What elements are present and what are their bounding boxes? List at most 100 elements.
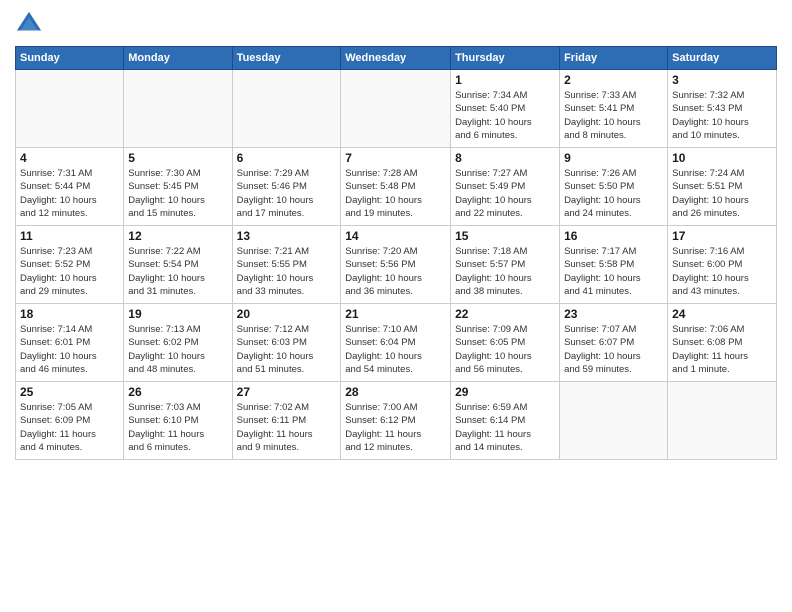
- page: SundayMondayTuesdayWednesdayThursdayFrid…: [0, 0, 792, 612]
- day-info: Sunrise: 7:33 AM Sunset: 5:41 PM Dayligh…: [564, 89, 663, 142]
- day-info: Sunrise: 7:31 AM Sunset: 5:44 PM Dayligh…: [20, 167, 119, 220]
- calendar-cell: 16Sunrise: 7:17 AM Sunset: 5:58 PM Dayli…: [560, 226, 668, 304]
- calendar-cell: [232, 70, 341, 148]
- day-info: Sunrise: 6:59 AM Sunset: 6:14 PM Dayligh…: [455, 401, 555, 454]
- day-number: 11: [20, 229, 119, 243]
- day-info: Sunrise: 7:14 AM Sunset: 6:01 PM Dayligh…: [20, 323, 119, 376]
- day-info: Sunrise: 7:02 AM Sunset: 6:11 PM Dayligh…: [237, 401, 337, 454]
- calendar-cell: 15 Sunrise: 7:18 AM Sunset: 5:57 PM Dayli…: [451, 226, 560, 304]
- logo-icon: [15, 10, 43, 38]
- calendar-cell: [124, 70, 232, 148]
- logo: [15, 10, 47, 38]
- week-row-1: 4Sunrise: 7:31 AM Sunset: 5:44 PM Daylig…: [16, 148, 777, 226]
- calendar-cell: 28 Sunrise: 7:00 AM Sunset: 6:12 PM Dayli…: [341, 382, 451, 460]
- day-number: 25: [20, 385, 119, 399]
- day-number: 9: [564, 151, 663, 165]
- calendar-cell: [16, 70, 124, 148]
- day-info: Sunrise: 7:18 AM Sunset: 5:57 PM Dayligh…: [455, 245, 555, 298]
- calendar-cell: 19 Sunrise: 7:13 AM Sunset: 6:02 PM Dayli…: [124, 304, 232, 382]
- day-info: Sunrise: 7:10 AM Sunset: 6:04 PM Dayligh…: [345, 323, 446, 376]
- day-number: 5: [128, 151, 227, 165]
- calendar-cell: 25 Sunrise: 7:05 AM Sunset: 6:09 PM Dayli…: [16, 382, 124, 460]
- calendar-cell: 12Sunrise: 7:22 AM Sunset: 5:54 PM Dayli…: [124, 226, 232, 304]
- calendar-cell: 14Sunrise: 7:20 AM Sunset: 5:56 PM Dayli…: [341, 226, 451, 304]
- day-info: Sunrise: 7:28 AM Sunset: 5:48 PM Dayligh…: [345, 167, 446, 220]
- calendar-cell: 13 Sunrise: 7:21 AM Sunset: 5:55 PM Dayli…: [232, 226, 341, 304]
- day-info: Sunrise: 7:29 AM Sunset: 5:46 PM Dayligh…: [237, 167, 337, 220]
- day-info: Sunrise: 7:16 AM Sunset: 6:00 PM Dayligh…: [672, 245, 772, 298]
- day-info: Sunrise: 7:09 AM Sunset: 6:05 PM Dayligh…: [455, 323, 555, 376]
- day-info: Sunrise: 7:20 AM Sunset: 5:56 PM Dayligh…: [345, 245, 446, 298]
- day-number: 20: [237, 307, 337, 321]
- day-number: 2: [564, 73, 663, 87]
- calendar-cell: 22 Sunrise: 7:09 AM Sunset: 6:05 PM Dayli…: [451, 304, 560, 382]
- calendar-cell: 27 Sunrise: 7:02 AM Sunset: 6:11 PM Dayli…: [232, 382, 341, 460]
- day-number: 13: [237, 229, 337, 243]
- week-row-2: 11 Sunrise: 7:23 AM Sunset: 5:52 PM Dayli…: [16, 226, 777, 304]
- weekday-header-thursday: Thursday: [451, 47, 560, 70]
- day-number: 12: [128, 229, 227, 243]
- day-number: 22: [455, 307, 555, 321]
- day-number: 1: [455, 73, 555, 87]
- calendar-cell: [668, 382, 777, 460]
- day-info: Sunrise: 7:06 AM Sunset: 6:08 PM Dayligh…: [672, 323, 772, 376]
- day-number: 16: [564, 229, 663, 243]
- day-number: 6: [237, 151, 337, 165]
- day-info: Sunrise: 7:23 AM Sunset: 5:52 PM Dayligh…: [20, 245, 119, 298]
- calendar-cell: 18 Sunrise: 7:14 AM Sunset: 6:01 PM Dayli…: [16, 304, 124, 382]
- day-number: 28: [345, 385, 446, 399]
- weekday-header-wednesday: Wednesday: [341, 47, 451, 70]
- calendar-cell: 17 Sunrise: 7:16 AM Sunset: 6:00 PM Dayli…: [668, 226, 777, 304]
- day-number: 23: [564, 307, 663, 321]
- day-number: 26: [128, 385, 227, 399]
- day-info: Sunrise: 7:13 AM Sunset: 6:02 PM Dayligh…: [128, 323, 227, 376]
- weekday-header-saturday: Saturday: [668, 47, 777, 70]
- day-info: Sunrise: 7:03 AM Sunset: 6:10 PM Dayligh…: [128, 401, 227, 454]
- day-info: Sunrise: 7:21 AM Sunset: 5:55 PM Dayligh…: [237, 245, 337, 298]
- calendar-cell: 23 Sunrise: 7:07 AM Sunset: 6:07 PM Dayli…: [560, 304, 668, 382]
- day-info: Sunrise: 7:26 AM Sunset: 5:50 PM Dayligh…: [564, 167, 663, 220]
- calendar-cell: 10 Sunrise: 7:24 AM Sunset: 5:51 PM Dayli…: [668, 148, 777, 226]
- weekday-header-sunday: Sunday: [16, 47, 124, 70]
- calendar-cell: 1 Sunrise: 7:34 AM Sunset: 5:40 PM Daylig…: [451, 70, 560, 148]
- calendar-cell: 26 Sunrise: 7:03 AM Sunset: 6:10 PM Dayli…: [124, 382, 232, 460]
- day-info: Sunrise: 7:07 AM Sunset: 6:07 PM Dayligh…: [564, 323, 663, 376]
- calendar-cell: 11 Sunrise: 7:23 AM Sunset: 5:52 PM Dayli…: [16, 226, 124, 304]
- calendar-cell: 9 Sunrise: 7:26 AM Sunset: 5:50 PM Daylig…: [560, 148, 668, 226]
- calendar-cell: 20 Sunrise: 7:12 AM Sunset: 6:03 PM Dayli…: [232, 304, 341, 382]
- weekday-header-friday: Friday: [560, 47, 668, 70]
- day-number: 24: [672, 307, 772, 321]
- day-info: Sunrise: 7:05 AM Sunset: 6:09 PM Dayligh…: [20, 401, 119, 454]
- calendar-cell: 7 Sunrise: 7:28 AM Sunset: 5:48 PM Daylig…: [341, 148, 451, 226]
- day-info: Sunrise: 7:34 AM Sunset: 5:40 PM Dayligh…: [455, 89, 555, 142]
- day-number: 19: [128, 307, 227, 321]
- calendar-cell: 5 Sunrise: 7:30 AM Sunset: 5:45 PM Daylig…: [124, 148, 232, 226]
- day-info: Sunrise: 7:24 AM Sunset: 5:51 PM Dayligh…: [672, 167, 772, 220]
- day-number: 10: [672, 151, 772, 165]
- day-number: 17: [672, 229, 772, 243]
- calendar-cell: [560, 382, 668, 460]
- calendar-table: SundayMondayTuesdayWednesdayThursdayFrid…: [15, 46, 777, 460]
- weekday-header-tuesday: Tuesday: [232, 47, 341, 70]
- day-number: 18: [20, 307, 119, 321]
- calendar-cell: 24 Sunrise: 7:06 AM Sunset: 6:08 PM Dayli…: [668, 304, 777, 382]
- weekday-header-row: SundayMondayTuesdayWednesdayThursdayFrid…: [16, 47, 777, 70]
- calendar-cell: [341, 70, 451, 148]
- calendar-cell: 8 Sunrise: 7:27 AM Sunset: 5:49 PM Daylig…: [451, 148, 560, 226]
- day-number: 27: [237, 385, 337, 399]
- calendar-cell: 2 Sunrise: 7:33 AM Sunset: 5:41 PM Daylig…: [560, 70, 668, 148]
- calendar-cell: 21 Sunrise: 7:10 AM Sunset: 6:04 PM Dayli…: [341, 304, 451, 382]
- day-info: Sunrise: 7:12 AM Sunset: 6:03 PM Dayligh…: [237, 323, 337, 376]
- day-number: 3: [672, 73, 772, 87]
- day-number: 8: [455, 151, 555, 165]
- day-number: 29: [455, 385, 555, 399]
- day-info: Sunrise: 7:27 AM Sunset: 5:49 PM Dayligh…: [455, 167, 555, 220]
- week-row-0: 1 Sunrise: 7:34 AM Sunset: 5:40 PM Daylig…: [16, 70, 777, 148]
- day-number: 15: [455, 229, 555, 243]
- weekday-header-monday: Monday: [124, 47, 232, 70]
- day-number: 7: [345, 151, 446, 165]
- calendar-cell: 29 Sunrise: 6:59 AM Sunset: 6:14 PM Dayli…: [451, 382, 560, 460]
- day-number: 21: [345, 307, 446, 321]
- day-info: Sunrise: 7:30 AM Sunset: 5:45 PM Dayligh…: [128, 167, 227, 220]
- day-info: Sunrise: 7:00 AM Sunset: 6:12 PM Dayligh…: [345, 401, 446, 454]
